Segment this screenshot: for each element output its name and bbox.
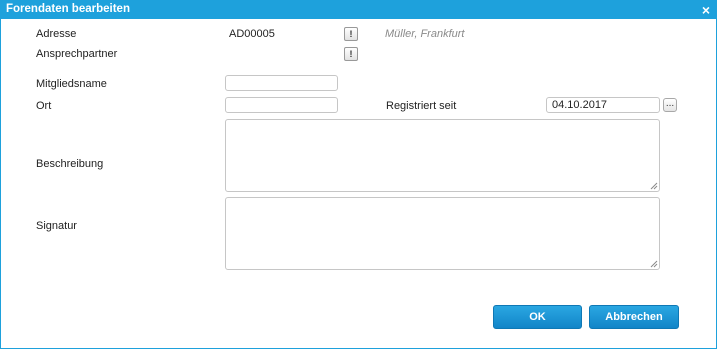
resize-grip-icon[interactable] (650, 182, 658, 190)
signatur-label: Signatur (36, 220, 77, 232)
beschreibung-label: Beschreibung (36, 158, 104, 170)
adresse-label: Adresse (36, 28, 77, 40)
ansprechpartner-info-icon[interactable]: ! (344, 47, 358, 61)
mitgliedsname-label: Mitgliedsname (36, 78, 107, 90)
ort-label: Ort (36, 100, 52, 112)
ok-button[interactable]: OK (493, 305, 582, 329)
ansprechpartner-label: Ansprechpartner (36, 48, 118, 60)
date-picker-button[interactable]: ... (663, 98, 677, 112)
dialog-titlebar[interactable]: Forendaten bearbeiten × (1, 1, 716, 19)
adresse-hint: Müller, Frankfurt (385, 28, 465, 40)
cancel-button[interactable]: Abbrechen (589, 305, 679, 329)
dialog-title: Forendaten bearbeiten (6, 3, 130, 15)
signatur-textarea[interactable] (225, 197, 660, 270)
ort-input[interactable] (225, 97, 338, 113)
adresse-info-icon[interactable]: ! (344, 27, 358, 41)
beschreibung-textarea[interactable] (225, 119, 660, 192)
edit-forum-data-dialog: Forendaten bearbeiten × Adresse AD00005 … (0, 0, 717, 349)
close-icon[interactable]: × (702, 2, 710, 18)
registriert-seit-label: Registriert seit (386, 100, 457, 112)
registriert-seit-input[interactable] (546, 97, 660, 113)
mitgliedsname-input[interactable] (225, 75, 338, 91)
resize-grip-icon[interactable] (650, 260, 658, 268)
adresse-value: AD00005 (229, 28, 275, 40)
